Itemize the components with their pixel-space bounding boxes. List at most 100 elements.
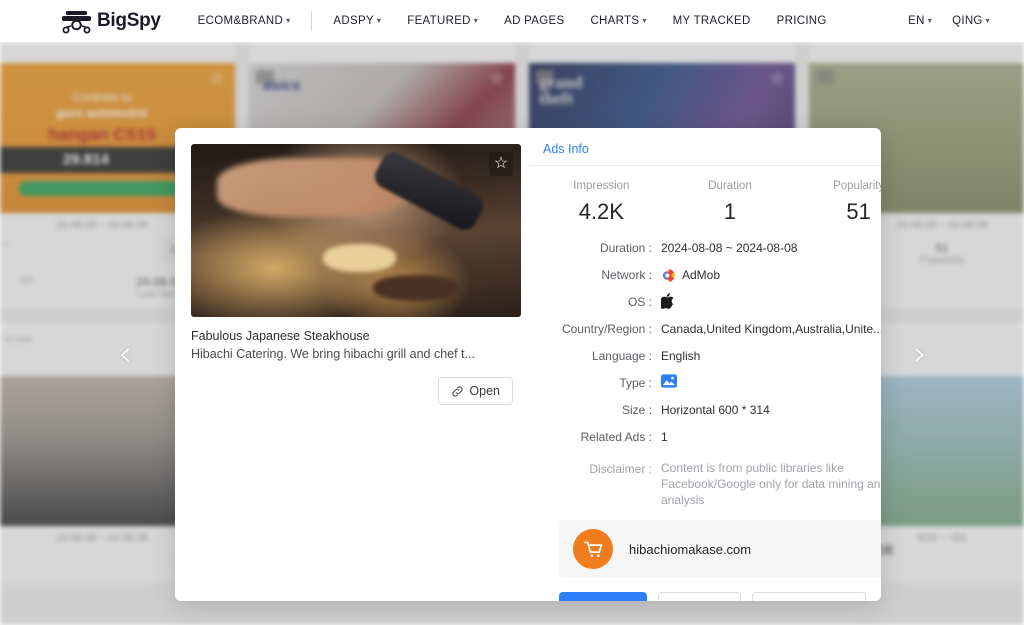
fact-type-value — [661, 374, 677, 388]
star-outline-icon[interactable]: ☆ — [487, 69, 507, 89]
nav-item-ecom-brand[interactable]: ECOM&BRAND▾ — [185, 15, 304, 27]
nav-item-my-tracked[interactable]: MY TRACKED — [660, 15, 764, 27]
thumb-brand: asics — [263, 77, 301, 94]
nav-divider — [311, 11, 312, 31]
ad-card-spacer — [249, 43, 515, 63]
download-button[interactable]: Download — [559, 592, 647, 601]
nav-item-featured[interactable]: FEATURED▾ — [394, 15, 491, 27]
fact-language-label: Language : — [529, 347, 661, 365]
fact-type: Type : — [529, 374, 881, 392]
image-type-icon — [256, 70, 274, 84]
fact-country-region: Country/Region : Canada,United Kingdom,A… — [529, 320, 881, 338]
fact-os-value — [661, 293, 674, 309]
preview-meta: Fabulous Japanese Steakhouse Hibachi Cat… — [191, 327, 513, 363]
advertiser-link-box[interactable]: hibachiomakase.com — [559, 520, 881, 578]
fact-os: OS : — [529, 293, 881, 311]
thumb-cta-pill — [19, 181, 185, 196]
fact-disclaimer-value: Content is from public libraries like Fa… — [661, 460, 881, 508]
thumb-title: grandtheft — [539, 75, 582, 107]
kpi-row: Impression 4.2K Duration 1 Popularity 51 — [529, 166, 881, 229]
fact-language: Language : English — [529, 347, 881, 365]
star-outline-icon[interactable]: ☆ — [767, 69, 787, 89]
fact-size-value: Horizontal 600 * 314 — [661, 401, 770, 419]
preview-shape-spatula — [370, 148, 487, 234]
modal-actions: Download Detail Copy Ideas — [559, 592, 881, 601]
preview-texts: Fabulous Japanese Steakhouse Hibachi Cat… — [191, 327, 513, 363]
fact-related-ads-label: Related Ads : — [529, 428, 661, 446]
brand-logo[interactable]: BigSpy — [60, 8, 161, 34]
fact-duration-value: 2024-08-08 ~ 2024-08-08 — [661, 239, 797, 257]
app-root: BigSpy ECOM&BRAND▾ ADSPY▾ FEATURED▾ AD P… — [0, 0, 1024, 625]
stat-item: ion — [20, 275, 33, 300]
image-type-icon — [661, 374, 677, 388]
country-list: Canada,United Kingdom,Australia,Unite... — [661, 320, 881, 338]
chevron-down-icon: ▾ — [642, 16, 646, 25]
ad-card-spacer — [529, 43, 795, 63]
copy-ideas-button[interactable]: Copy Ideas — [752, 592, 866, 601]
fact-duration-label: Duration : — [529, 239, 661, 257]
ad-card-spacer — [0, 43, 235, 63]
ad-card-title: ...de... — [0, 235, 10, 265]
kpi-impression-value: 4.2K — [537, 199, 666, 225]
kpi-duration-label: Duration — [666, 180, 795, 192]
nav-item-pricing[interactable]: PRICING — [764, 15, 840, 27]
detail-button[interactable]: Detail — [658, 592, 741, 601]
ad-detail-modal: ☆ Fabulous Japanese Steakhouse Hibachi C… — [175, 128, 881, 601]
ad-card-header: stander.com — [529, 42, 795, 43]
preview-shape-mushroom — [373, 275, 459, 301]
carousel-prev-arrow[interactable]: ‹ — [108, 338, 142, 372]
ad-card-domain: er.com — [5, 334, 32, 344]
detail-button-label: Detail — [693, 600, 725, 601]
kpi-popularity-label: Popularity — [794, 180, 881, 192]
chevron-down-icon: ▾ — [986, 16, 990, 25]
star-outline-icon[interactable]: ☆ — [489, 152, 513, 176]
fact-network-label: Network : — [529, 266, 661, 284]
copy-ideas-icon — [768, 601, 781, 602]
modal-preview-panel: ☆ Fabulous Japanese Steakhouse Hibachi C… — [175, 128, 529, 601]
fact-country-label: Country/Region : — [529, 320, 661, 338]
carousel-next-arrow[interactable]: › — [903, 338, 937, 372]
tab-ads-info[interactable]: Ads Info — [529, 142, 603, 165]
kpi-popularity: Popularity 51 — [794, 180, 881, 225]
download-button-label: Download — [575, 600, 631, 601]
chevron-down-icon: ▾ — [286, 16, 290, 25]
fact-network: Network : AdMob — [529, 266, 881, 284]
fact-related-ads: Related Ads : 1 — [529, 428, 881, 446]
preview-shape-food — [323, 244, 396, 272]
language-selector[interactable]: EN▾ — [898, 15, 942, 27]
brand-name: BigSpy — [97, 10, 161, 32]
user-menu[interactable]: QING▾ — [942, 15, 1000, 27]
admob-icon — [661, 268, 676, 283]
ad-card-header — [809, 42, 1024, 43]
modal-info-panel: Ads Info ✕ Impression 4.2K Duration 1 Po… — [529, 128, 881, 601]
link-icon — [674, 601, 687, 602]
copy-ideas-button-label: Copy Ideas — [787, 600, 850, 601]
image-type-icon — [536, 70, 554, 84]
modal-tabbar: Ads Info — [529, 128, 881, 166]
ad-facts-list: Duration : 2024-08-08 ~ 2024-08-08 Netwo… — [529, 229, 881, 508]
open-button[interactable]: Open — [438, 377, 513, 405]
open-button-label: Open — [469, 384, 500, 398]
fact-language-value: English — [661, 347, 700, 365]
ad-description: Hibachi Catering. We bring hibachi grill… — [191, 345, 507, 363]
nav-item-charts[interactable]: CHARTS▾ — [577, 15, 659, 27]
chevron-down-icon: ▾ — [474, 16, 478, 25]
link-icon — [451, 385, 464, 398]
advertiser-url[interactable]: hibachiomakase.com — [629, 542, 751, 557]
shopping-cart-icon — [573, 529, 613, 569]
ad-creative-preview[interactable]: ☆ — [191, 144, 521, 317]
kpi-impression-label: Impression — [537, 180, 666, 192]
fact-disclaimer-label: Disclaimer : — [529, 460, 661, 478]
fact-os-label: OS : — [529, 293, 661, 311]
kpi-duration-value: 1 — [666, 199, 795, 225]
thumb-text: Contrata tuguro automotriz — [0, 89, 235, 121]
nav-item-ad-pages[interactable]: AD PAGES — [491, 15, 577, 27]
fact-size: Size : Horizontal 600 * 314 — [529, 401, 881, 419]
image-type-icon — [816, 70, 834, 84]
fact-disclaimer: Disclaimer : Content is from public libr… — [529, 460, 881, 508]
bigspy-logo-icon — [60, 8, 94, 34]
apple-icon — [661, 293, 674, 309]
top-navigation-bar: BigSpy ECOM&BRAND▾ ADSPY▾ FEATURED▾ AD P… — [0, 0, 1024, 42]
nav-item-adspy[interactable]: ADSPY▾ — [320, 15, 394, 27]
star-outline-icon[interactable]: ☆ — [207, 69, 227, 89]
